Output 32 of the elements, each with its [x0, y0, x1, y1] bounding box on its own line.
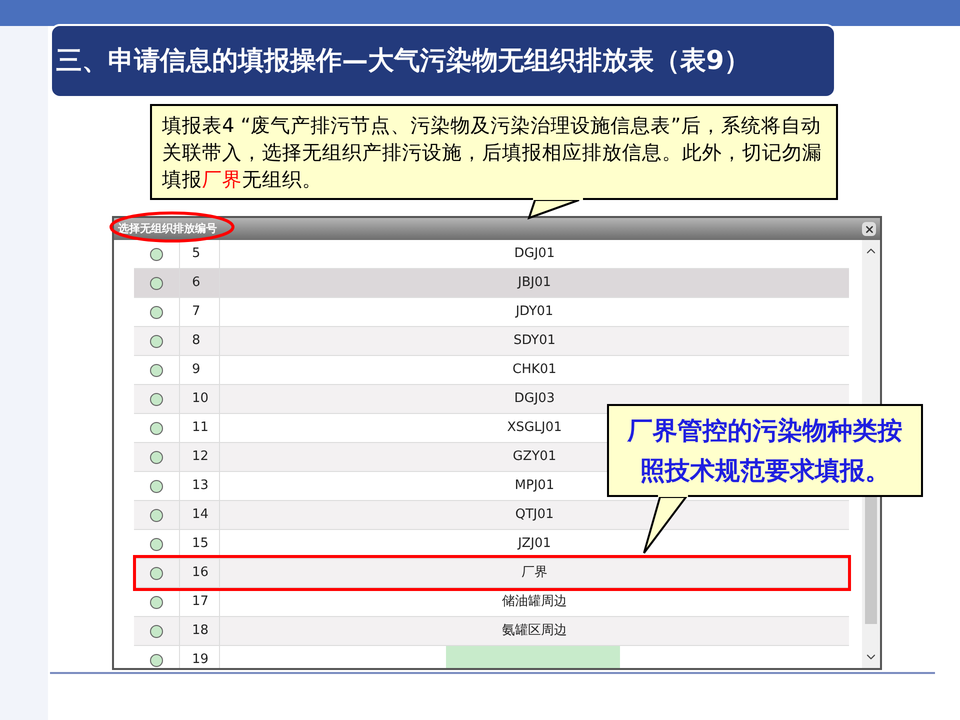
- table-cell-text: 氨罐区周边: [502, 622, 567, 640]
- table-cell-text: QTJ01: [515, 506, 554, 524]
- note-tooltip: 厂界管控的污染物种类按照技术规范要求填报。: [607, 404, 923, 497]
- row-number: 13: [192, 477, 209, 496]
- table-cell-text: CHK01: [512, 361, 556, 380]
- row-number: 8: [192, 332, 200, 350]
- table-cell-text: DGJ03: [514, 390, 555, 408]
- table-cell-text: JBJ01: [518, 274, 552, 292]
- row-number: 17: [192, 593, 209, 612]
- row-number: 10: [192, 390, 209, 408]
- row-number: 12: [192, 448, 209, 466]
- table-cell-text: SDY01: [513, 332, 556, 350]
- row-number: 5: [192, 245, 200, 264]
- row-number: 7: [192, 303, 200, 322]
- table-cell-text: JDY01: [516, 303, 554, 322]
- row-number: 19: [192, 651, 209, 668]
- row-number: 11: [192, 419, 209, 438]
- row-number: 14: [192, 506, 209, 524]
- slide-title: 三、申请信息的填报操作—大气污染物无组织排放表（表9）: [50, 24, 836, 98]
- table-cell-text: 厂界: [522, 564, 548, 582]
- table-cell-text: 储油罐周边: [502, 593, 567, 612]
- table-cell-text: XSGLJ01: [507, 419, 562, 438]
- table-cell-text: MPJ01: [514, 477, 554, 496]
- table-cell-text: JZJ01: [518, 535, 552, 554]
- row-number: 9: [192, 361, 200, 380]
- row-number: 6: [192, 274, 200, 292]
- dialog-title: 选择无组织排放编号: [118, 220, 217, 237]
- table-cell-text: GZY01: [512, 448, 556, 466]
- row-number: 16: [192, 564, 209, 582]
- row-number: 15: [192, 535, 209, 554]
- row-number: 18: [192, 622, 209, 640]
- table-cell-text: DGJ01: [514, 245, 555, 264]
